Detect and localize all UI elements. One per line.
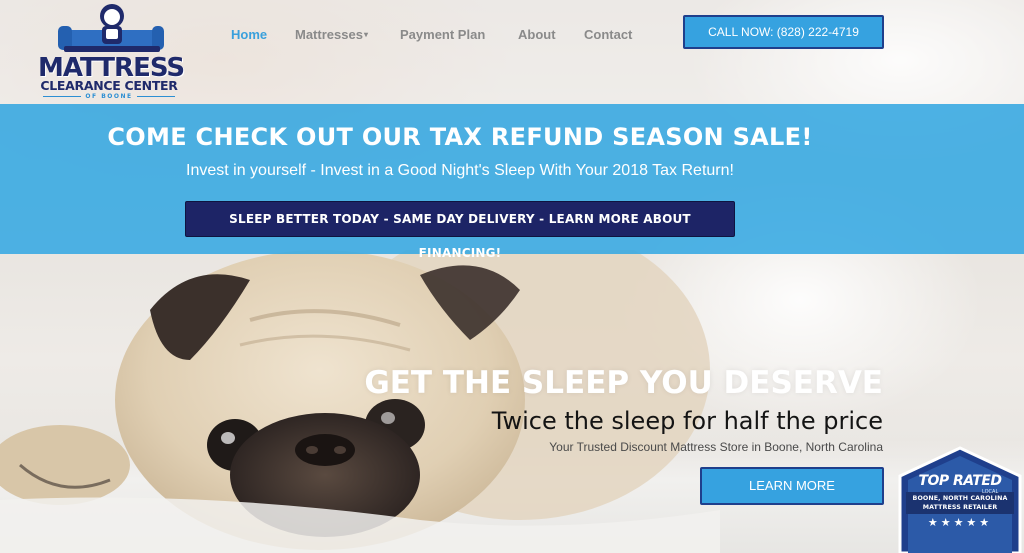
- nav-about[interactable]: About: [518, 27, 556, 42]
- financing-button[interactable]: SLEEP BETTER TODAY - SAME DAY DELIVERY -…: [185, 201, 735, 260]
- banner-title: COME CHECK OUT OUR TAX REFUND SEASON SAL…: [107, 123, 813, 151]
- site-logo[interactable]: MATTRESS CLEARANCE CENTER OF BOONE: [38, 2, 185, 100]
- nav-home[interactable]: Home: [231, 27, 267, 42]
- nav-mattresses[interactable]: Mattresses▾: [295, 27, 368, 42]
- call-now-button[interactable]: CALL NOW: (828) 222-4719: [683, 15, 884, 49]
- site-header: MATTRESS CLEARANCE CENTER OF BOONE Home …: [0, 0, 1024, 104]
- nav-mattresses-label: Mattresses: [295, 27, 363, 42]
- logo-line-3: OF BOONE: [38, 93, 180, 100]
- badge-stars: ★★★★★: [927, 516, 993, 529]
- badge-category: MATTRESS RETAILER: [922, 504, 998, 511]
- chevron-down-icon: ▾: [363, 30, 368, 39]
- hero-tagline: Your Trusted Discount Mattress Store in …: [549, 440, 883, 454]
- pug-photo: [0, 250, 720, 553]
- logo-line-2: CLEARANCE CENTER: [40, 78, 178, 93]
- learn-more-button[interactable]: LEARN MORE: [700, 467, 884, 505]
- banner-subtitle: Invest in yourself - Invest in a Good Ni…: [186, 162, 734, 179]
- nav-contact[interactable]: Contact: [584, 27, 632, 42]
- nav-payment-plan[interactable]: Payment Plan: [400, 27, 485, 42]
- badge-title: TOP RATED: [918, 473, 1002, 489]
- hero-subtitle: Twice the sleep for half the price: [491, 407, 883, 435]
- top-rated-badge[interactable]: TOP RATED LOCAL BOONE, NORTH CAROLINA MA…: [896, 446, 1024, 553]
- badge-location: BOONE, NORTH CAROLINA: [912, 495, 1008, 502]
- promo-banner: COME CHECK OUT OUR TAX REFUND SEASON SAL…: [0, 104, 1024, 260]
- mattress-mascot-icon: [58, 4, 164, 52]
- hero-title: GET THE SLEEP YOU DESERVE: [364, 365, 883, 401]
